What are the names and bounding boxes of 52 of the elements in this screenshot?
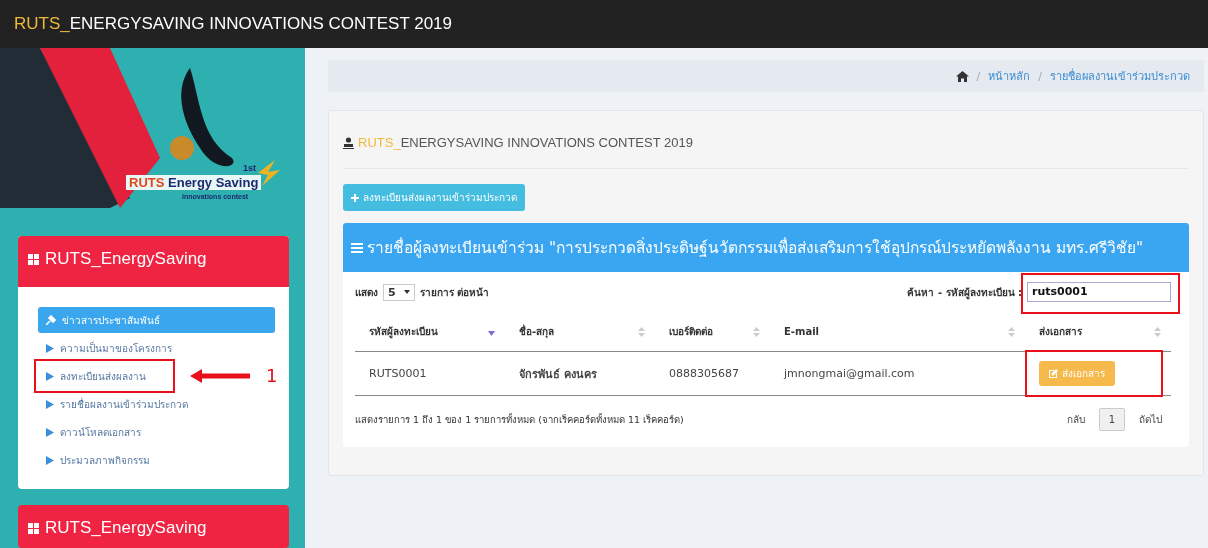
- sort-icon[interactable]: [753, 326, 760, 337]
- logo-badge-text: 1st: [243, 163, 256, 173]
- search-field[interactable]: ruts0001: [1027, 282, 1171, 302]
- sidebar-item[interactable]: ลงทะเบียนส่งผลงาน: [38, 363, 154, 389]
- sort-icon[interactable]: [1008, 326, 1015, 337]
- pagination-link[interactable]: 1: [1098, 408, 1125, 431]
- pagination-link[interactable]: กลับ: [1057, 406, 1094, 433]
- triangle-icon: [46, 427, 54, 437]
- list-icon: [351, 242, 363, 253]
- annotation-arrow-icon: [190, 369, 250, 383]
- breadcrumb-separator: /: [976, 69, 981, 83]
- card-title: RUTS_ENERGYSAVING INNOVATIONS CONTEST 2019: [358, 135, 693, 150]
- sort-icon[interactable]: [1154, 326, 1161, 337]
- triangle-icon: [46, 455, 54, 465]
- table-cell: 0888305687: [655, 352, 770, 396]
- site-title: RUTS_ENERGYSAVING INNOVATIONS CONTEST 2019: [14, 14, 452, 34]
- per-page-label: รายการ ต่อหน้า: [419, 285, 490, 300]
- column-header[interactable]: E-mail: [770, 316, 1025, 352]
- sidebar-item[interactable]: ประมวลภาพกิจกรรม: [38, 447, 158, 473]
- panel-heading: รายชื่อผู้ลงทะเบียนเข้าร่วม "การประกวดสิ่งประดิษฐ์นวัตกรรมเพื่อส่งเสริมการใช้อุปกรณ์ประหยัดพลังงาน มทร.ศรีวิชัย": [367, 236, 1144, 260]
- grid-icon: [28, 253, 39, 265]
- panel-title: RUTS_EnergySaving: [45, 518, 207, 538]
- show-label: แสดง: [355, 285, 378, 300]
- table-cell: จักรพันธ์ คงนคร: [505, 352, 655, 396]
- sidebar-item[interactable]: ความเป็นมาของโครงการ: [38, 335, 180, 361]
- grid-icon: [28, 522, 39, 534]
- triangle-icon: [46, 343, 54, 353]
- panel-title: RUTS_EnergySaving: [45, 249, 207, 269]
- sort-icon[interactable]: [638, 326, 645, 337]
- caret-icon: [403, 290, 410, 294]
- logo-text: RUTS Energy Saving: [126, 175, 262, 190]
- user-icon: [343, 136, 354, 149]
- table-cell: jmnongmai@gmail.com: [770, 352, 1025, 396]
- column-header[interactable]: รหัสผู้ลงทะเบียน: [355, 316, 505, 352]
- search-label: ค้นหา - รหัสผู้ลงทะเบียน :: [907, 285, 1022, 300]
- sidebar-item[interactable]: ดาวน์โหลดเอกสาร: [38, 419, 149, 445]
- breadcrumb-separator: /: [1038, 69, 1042, 83]
- callout-number: 1: [266, 365, 278, 386]
- column-header[interactable]: เบอร์ติดต่อ: [655, 316, 770, 352]
- home-icon[interactable]: [955, 70, 969, 82]
- pagination-link[interactable]: ถัดไป: [1130, 406, 1171, 433]
- table-cell: RUTS0001: [355, 352, 505, 396]
- edit-icon: [1049, 369, 1058, 378]
- triangle-icon: [46, 371, 54, 381]
- column-header[interactable]: ชื่อ-สกุล: [505, 316, 655, 352]
- table-summary: แสดงรายการ 1 ถึง 1 ของ 1 รายการทั้งหมด (จากเร็คคอร์ดทั้งหมด 11 เร็คคอร์ด): [355, 412, 684, 427]
- column-header[interactable]: ส่งเอกสาร: [1025, 316, 1171, 352]
- sidebar-item[interactable]: รายชื่อผลงานเข้าร่วมประกวด: [38, 391, 196, 417]
- triangle-icon: [46, 399, 54, 409]
- page-size-select[interactable]: 5: [383, 283, 415, 301]
- plus-icon: [351, 193, 359, 202]
- pin-icon: [46, 315, 56, 325]
